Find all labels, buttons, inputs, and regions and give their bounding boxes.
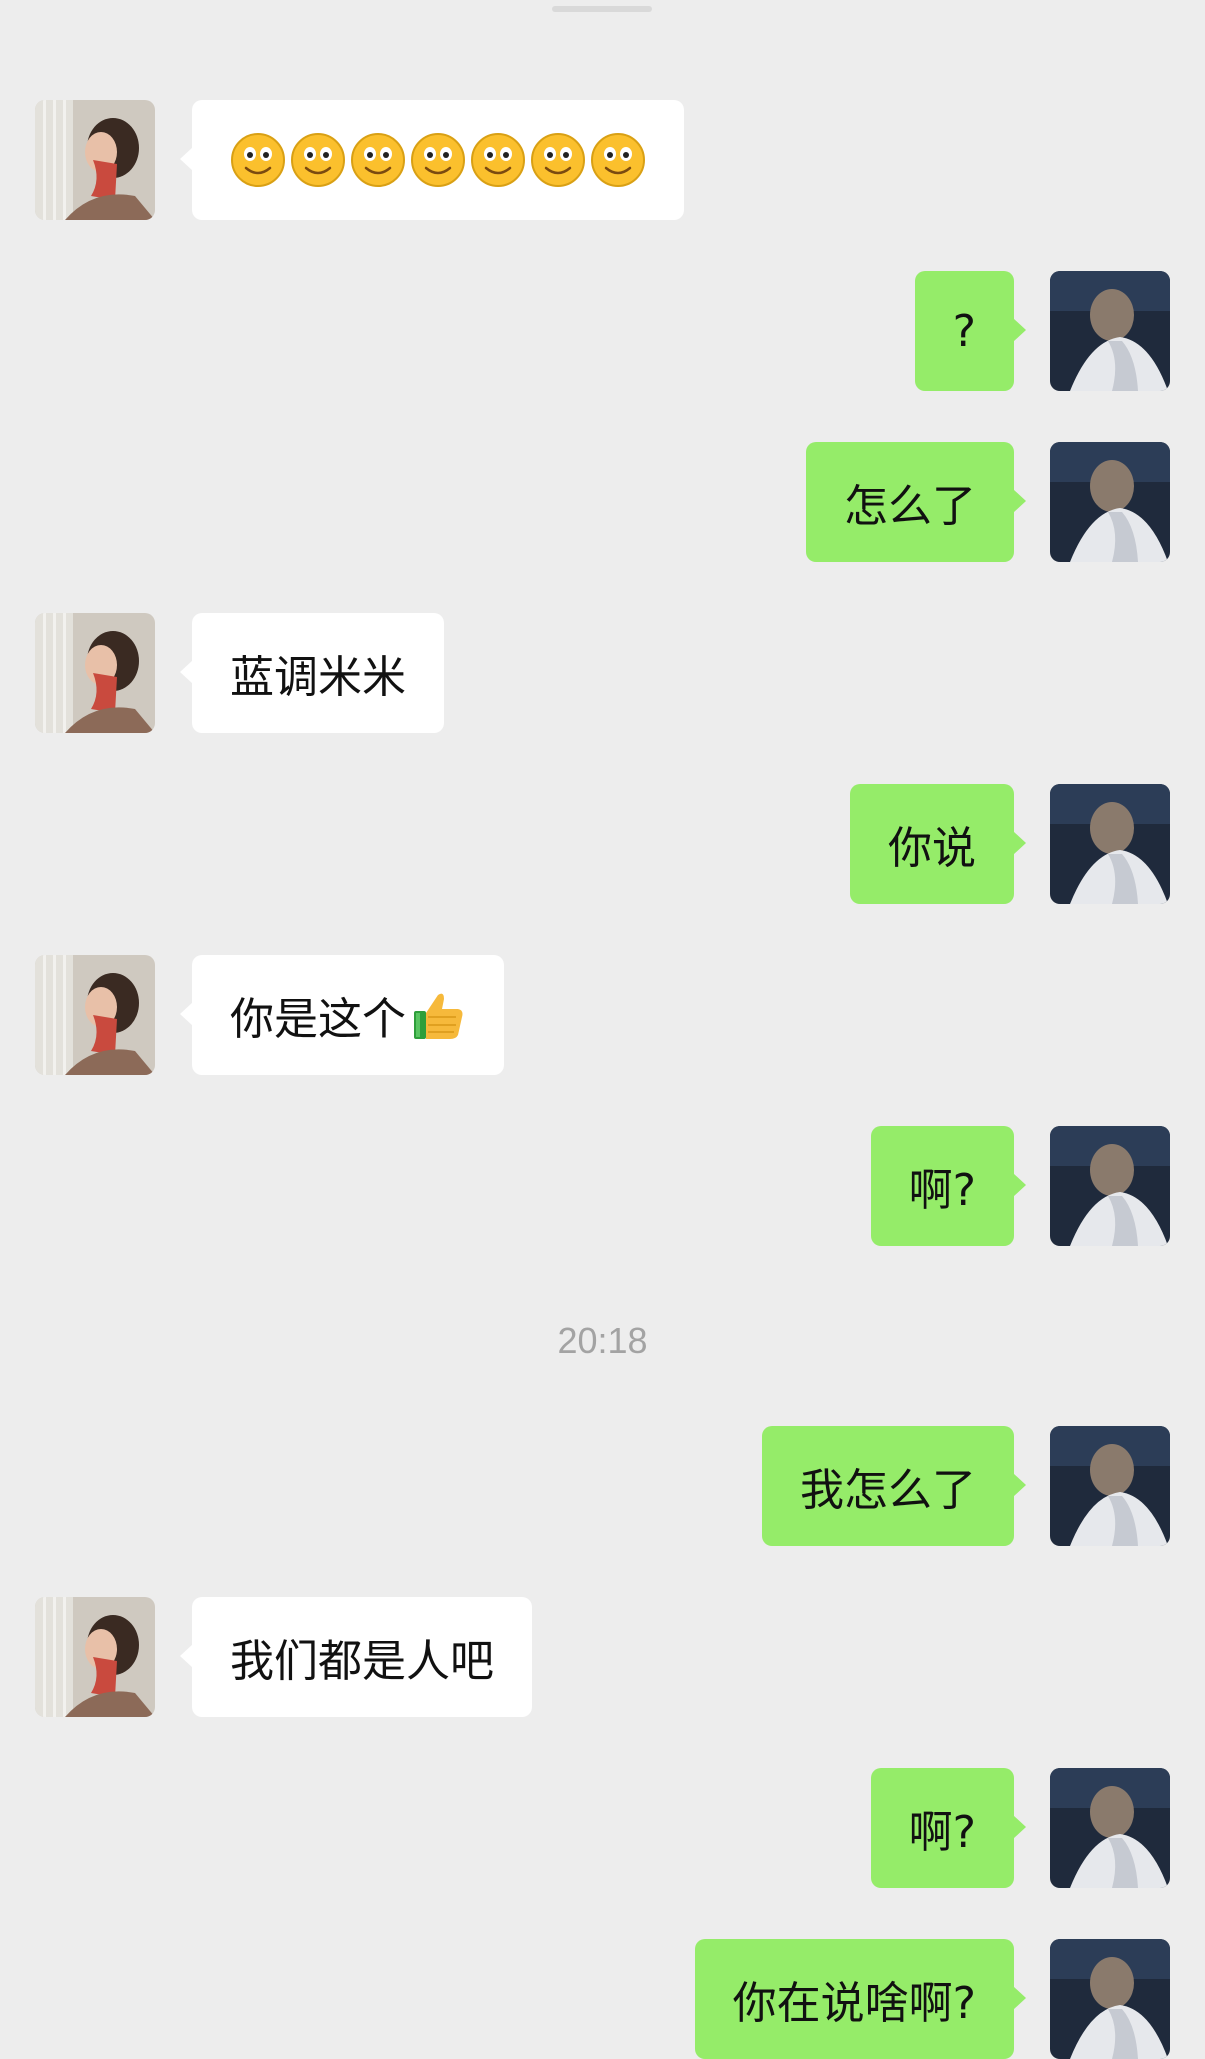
self-avatar[interactable] <box>1050 1126 1170 1246</box>
self-avatar[interactable] <box>1050 442 1170 562</box>
message-sent: 啊? <box>0 1126 1205 1246</box>
self-avatar[interactable] <box>1050 1426 1170 1546</box>
message-bubble[interactable]: ? <box>914 271 1027 391</box>
contact-avatar[interactable] <box>35 955 155 1075</box>
message-received: 你是这个 <box>0 955 1205 1075</box>
self-avatar[interactable] <box>1050 784 1170 904</box>
smiley-face-icon <box>351 133 405 187</box>
smiley-face-icon <box>231 133 285 187</box>
message-text: 怎么了 <box>844 481 976 532</box>
message-text: 你说 <box>888 823 976 874</box>
message-bubble[interactable]: 我怎么了 <box>762 1426 1026 1546</box>
message-bubble[interactable] <box>180 100 684 220</box>
self-avatar[interactable] <box>1050 1768 1170 1888</box>
message-text: 啊? <box>908 1165 976 1216</box>
message-sent: 你在说啥啊? <box>0 1939 1205 2059</box>
message-bubble[interactable]: 你是这个 <box>180 955 504 1075</box>
message-text: 啊? <box>908 1807 976 1858</box>
contact-avatar[interactable] <box>35 100 155 220</box>
message-received <box>0 100 1205 220</box>
self-avatar[interactable] <box>1050 1939 1170 2059</box>
smiley-face-icon <box>411 133 465 187</box>
message-bubble[interactable]: 我们都是人吧 <box>180 1597 532 1717</box>
message-sent: 我怎么了 <box>0 1426 1205 1546</box>
message-bubble[interactable]: 怎么了 <box>806 442 1026 562</box>
message-text: ? <box>952 305 976 357</box>
chat-timestamp: 20:18 <box>557 1320 648 1361</box>
message-sent: 怎么了 <box>0 442 1205 562</box>
thumbs-up-icon <box>414 993 463 1039</box>
chat-thread: ? 怎么了 蓝调米米 你说 你是这个 啊? 20:18 我怎么了 我们都是人吧 … <box>0 0 1205 2059</box>
message-text: 你是这个 <box>230 994 406 1045</box>
smiley-face-icon <box>591 133 645 187</box>
smiley-face-icon <box>531 133 585 187</box>
smiley-face-icon <box>471 133 525 187</box>
contact-avatar[interactable] <box>35 613 155 733</box>
message-text: 我们都是人吧 <box>230 1636 494 1687</box>
message-bubble[interactable]: 你说 <box>850 784 1026 904</box>
smiley-face-icon <box>291 133 345 187</box>
self-avatar[interactable] <box>1050 271 1170 391</box>
message-bubble[interactable]: 你在说啥啊? <box>694 1939 1027 2059</box>
contact-avatar[interactable] <box>35 1597 155 1717</box>
message-bubble[interactable]: 啊? <box>870 1768 1027 1888</box>
message-text: 蓝调米米 <box>230 652 406 703</box>
message-received: 蓝调米米 <box>0 613 1205 733</box>
message-text: 你在说啥啊? <box>732 1978 976 2029</box>
message-text: 我怎么了 <box>800 1465 976 1516</box>
message-sent: 你说 <box>0 784 1205 904</box>
message-sent: 啊? <box>0 1768 1205 1888</box>
message-sent: ? <box>0 271 1205 391</box>
message-bubble[interactable]: 蓝调米米 <box>180 613 444 733</box>
message-received: 我们都是人吧 <box>0 1597 1205 1717</box>
message-bubble[interactable]: 啊? <box>870 1126 1027 1246</box>
